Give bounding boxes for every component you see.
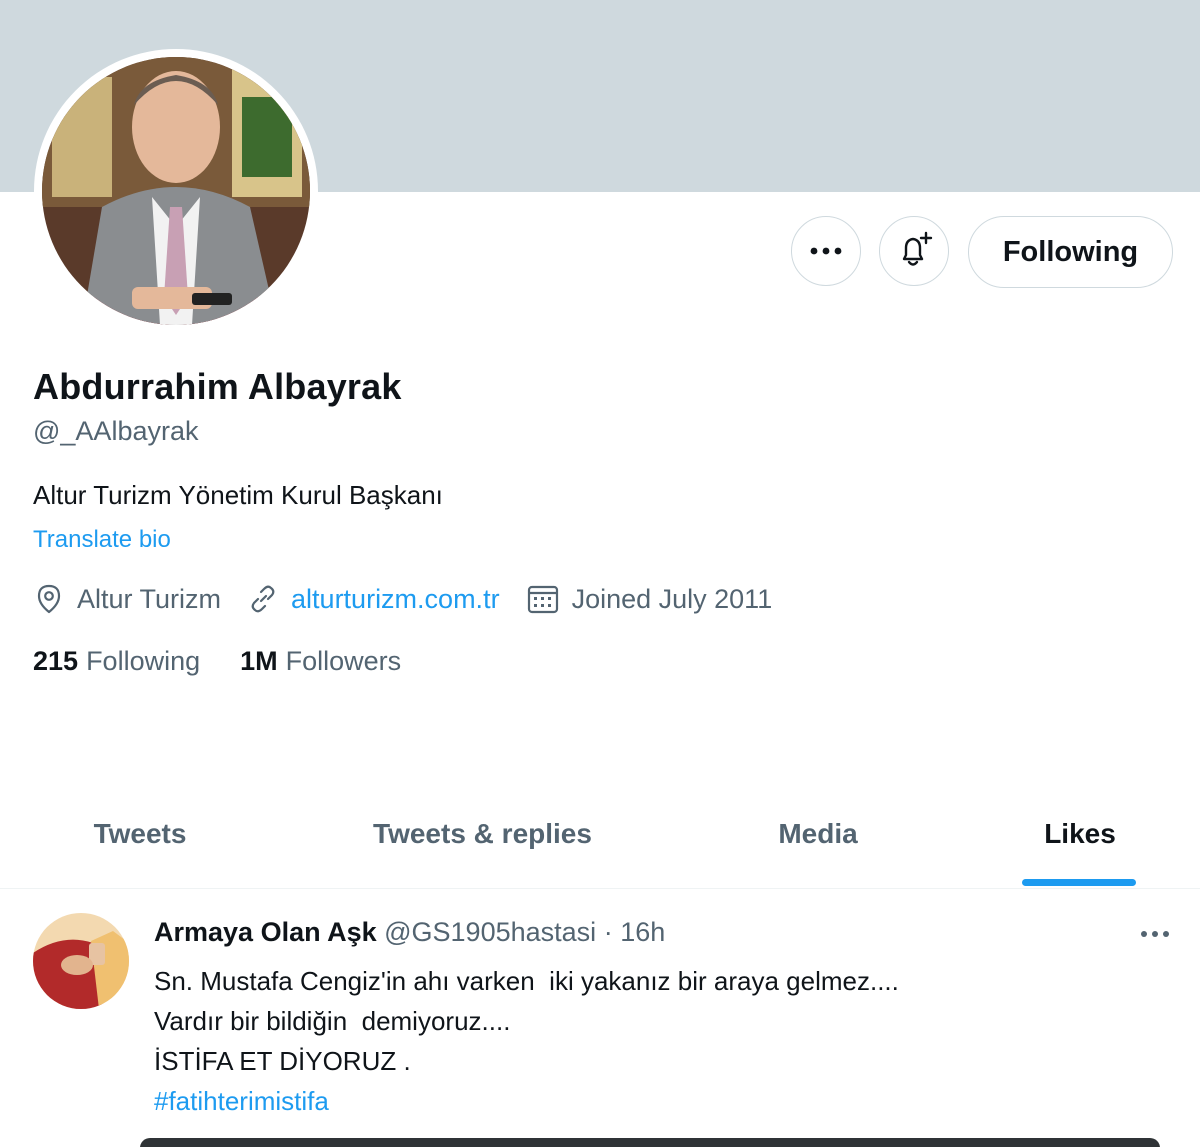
tweet-author-name[interactable]: Armaya Olan Aşk [154,917,377,947]
tweet-hashtag-link[interactable]: #fatihterimistifa [154,1081,899,1121]
profile-bio: Altur Turizm Yönetim Kurul Başkanı [33,480,443,510]
more-options-button[interactable] [791,216,861,286]
tab-media[interactable]: Media [718,780,918,888]
tweet-text: Sn. Mustafa Cengiz'in ahı varken iki yak… [154,961,899,1121]
followers-label: Followers [285,646,402,676]
followers-stat[interactable]: 1M Followers [240,646,401,677]
tweet-separator: · [603,917,613,947]
tweet-line: İSTİFA ET DİYORUZ . [154,1046,411,1076]
location-pin-icon [37,584,61,614]
profile-page: Following Abdurrahim Albayrak @_AAlbayra… [0,0,1200,1147]
link-icon [251,585,275,613]
tab-tweets-replies[interactable]: Tweets & replies [320,780,645,888]
more-horizontal-icon [810,247,842,255]
notifications-button[interactable] [879,216,949,286]
tweet-line: Vardır bir bildiğin demiyoruz.... [154,1006,511,1036]
tweet-line: Sn. Mustafa Cengiz'in ahı varken iki yak… [154,966,899,996]
tweet-more-button[interactable] [1134,919,1176,949]
website-item[interactable]: alturturizm.com.tr [247,583,500,615]
avatar-photo [42,57,310,325]
location-item: Altur Turizm [33,583,221,615]
profile-display-name: Abdurrahim Albayrak [33,366,402,407]
following-count: 215 [33,646,79,676]
followers-count: 1M [240,646,278,676]
tweet-avatar-photo [33,913,129,1009]
tweet-author-handle[interactable]: @GS1905hastasi [384,917,596,947]
joined-item: Joined July 2011 [526,583,773,615]
website-link[interactable]: alturturizm.com.tr [291,584,500,615]
tweet-header: Armaya Olan Aşk @GS1905hastasi · 16h [154,917,665,948]
joined-text: Joined July 2011 [571,583,773,614]
bell-plus-icon [902,231,933,266]
profile-meta: Altur Turizm alturturizm.com.tr Joined J… [33,583,798,615]
profile-stats: 215 Following 1M Followers [33,646,441,677]
calendar-icon [527,585,558,614]
more-horizontal-icon [1141,931,1169,937]
tab-likes[interactable]: Likes [980,780,1180,888]
tweet-author-avatar[interactable] [33,913,129,1009]
profile-handle: @_AAlbayrak [33,416,199,446]
bottom-bar-edge [140,1138,1160,1147]
following-label: Following [86,646,201,676]
location-text: Altur Turizm [77,583,222,614]
profile-tabs: Tweets Tweets & replies Media Likes [0,780,1200,889]
liked-tweet[interactable]: Armaya Olan Aşk @GS1905hastasi · 16h Sn.… [0,889,1200,1147]
translate-bio-link[interactable]: Translate bio [33,526,171,554]
profile-avatar[interactable] [34,49,318,333]
following-button[interactable]: Following [968,216,1173,288]
active-tab-indicator [1022,879,1136,886]
following-stat[interactable]: 215 Following [33,646,200,677]
tweet-time[interactable]: 16h [620,917,665,947]
tab-tweets[interactable]: Tweets [40,780,240,888]
